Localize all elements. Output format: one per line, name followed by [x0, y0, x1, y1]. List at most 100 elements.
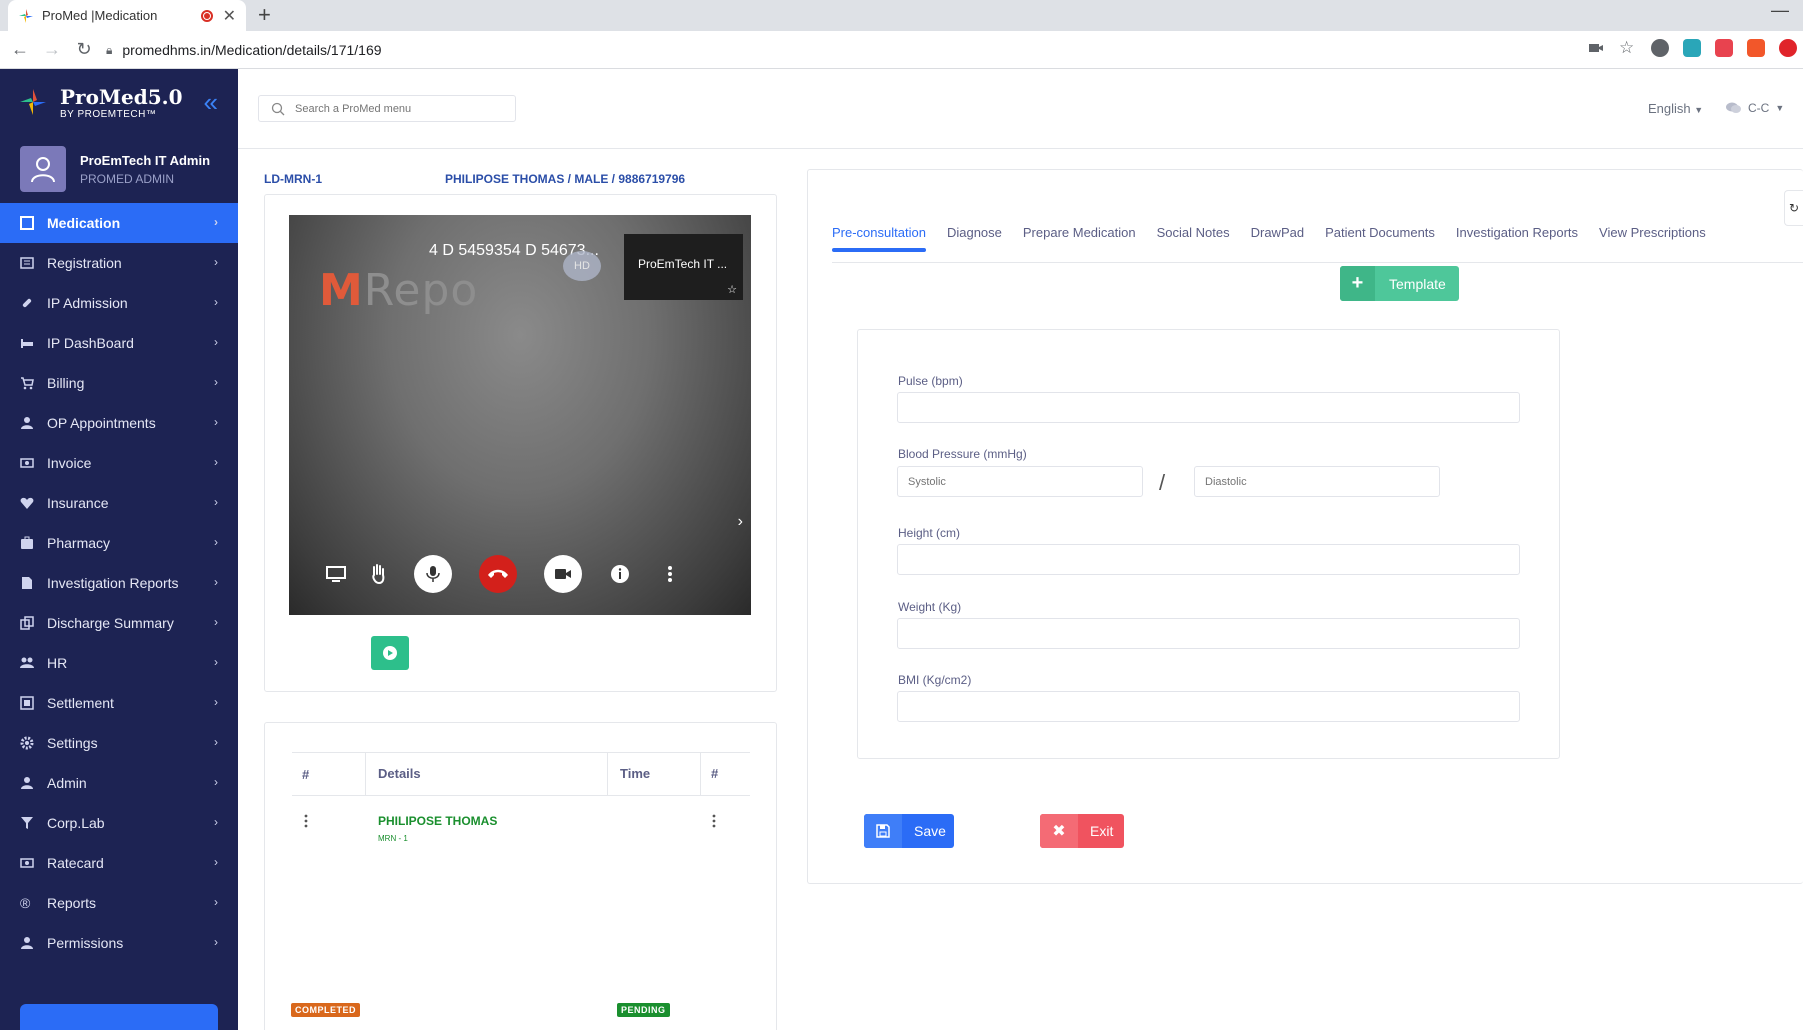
bmi-input[interactable]: [897, 691, 1520, 722]
tab-drawpad[interactable]: DrawPad: [1251, 225, 1304, 252]
balance-icon: [20, 696, 34, 710]
diastolic-input[interactable]: [1194, 466, 1440, 497]
info-icon[interactable]: [601, 555, 639, 593]
sidebar-item-ip-admission[interactable]: IP Admission ›: [0, 283, 238, 323]
chevron-right-icon: ›: [214, 815, 218, 829]
tab-patient-documents[interactable]: Patient Documents: [1325, 225, 1435, 252]
exit-button[interactable]: ✖ Exit: [1040, 814, 1124, 848]
play-circle-icon: [383, 646, 397, 660]
address-bar[interactable]: 🔒︎ promedhms.in/Medication/details/171/1…: [106, 35, 1606, 65]
sidebar-bottom-button[interactable]: [20, 1004, 218, 1030]
side-refresh-tab[interactable]: ↻: [1784, 190, 1803, 226]
extension-sync-icon[interactable]: [1651, 39, 1669, 57]
queue-patient-name[interactable]: PHILIPOSE THOMAS: [378, 814, 607, 828]
participant-tile[interactable]: ProEmTech IT ... ☆: [624, 234, 743, 300]
sidebar-item-label: IP Admission: [47, 295, 128, 311]
start-call-button[interactable]: [371, 636, 409, 670]
new-tab-button[interactable]: +: [258, 2, 271, 28]
browser-tab[interactable]: ProMed |Medication ✕: [8, 0, 246, 31]
height-input[interactable]: [897, 544, 1520, 575]
reload-icon[interactable]: ↻: [68, 39, 100, 60]
col-header-actions: #: [700, 752, 750, 796]
language-select[interactable]: English ▼: [1648, 101, 1703, 116]
tab-pre-consultation[interactable]: Pre-consultation: [832, 225, 926, 252]
tab-social-notes[interactable]: Social Notes: [1157, 225, 1230, 252]
sidebar-item-pharmacy[interactable]: Pharmacy ›: [0, 523, 238, 563]
user-profile[interactable]: ProEmTech IT Admin PROMED ADMIN: [0, 135, 238, 203]
heartbeat-icon: [20, 496, 34, 510]
systolic-input[interactable]: [897, 466, 1143, 497]
more-options-icon[interactable]: [651, 555, 689, 593]
extension-teal-icon[interactable]: [1683, 39, 1701, 57]
search-box[interactable]: [258, 95, 516, 122]
sidebar: ProMed5.0 BY PROEMTECH™ « ProEmTech IT A…: [0, 69, 238, 1030]
sidebar-item-reports[interactable]: ® Reports ›: [0, 883, 238, 923]
tabs-divider: [832, 262, 1803, 263]
sidebar-item-op-appointments[interactable]: OP Appointments ›: [0, 403, 238, 443]
extension-pocket-icon[interactable]: [1715, 39, 1733, 57]
row-menu-icon[interactable]: [292, 814, 365, 843]
sidebar-item-label: Insurance: [47, 495, 109, 511]
brand: ProMed5.0 BY PROEMTECH™ «: [0, 69, 238, 135]
registered-icon: ®: [20, 895, 31, 911]
extension-fire-icon[interactable]: [1747, 39, 1765, 57]
language-label: English: [1648, 101, 1691, 116]
template-button[interactable]: + Template: [1340, 266, 1459, 301]
sidebar-item-registration[interactable]: Registration ›: [0, 243, 238, 283]
video-camera-icon[interactable]: [544, 555, 582, 593]
microphone-icon[interactable]: [414, 555, 452, 593]
chevron-right-icon: ›: [214, 895, 218, 909]
chevron-right-icon[interactable]: ›: [738, 513, 743, 531]
search-input[interactable]: [295, 102, 495, 115]
tab-view-prescriptions[interactable]: View Prescriptions: [1599, 225, 1706, 252]
repo-logo-icon: M: [319, 265, 364, 316]
sidebar-item-insurance[interactable]: Insurance ›: [0, 483, 238, 523]
sidebar-item-ip-dashboard[interactable]: IP DashBoard ›: [0, 323, 238, 363]
tab-prepare-medication[interactable]: Prepare Medication: [1023, 225, 1136, 252]
close-tab-icon[interactable]: ✕: [223, 6, 236, 26]
sidebar-item-settlement[interactable]: Settlement ›: [0, 683, 238, 723]
sidebar-item-label: Billing: [47, 375, 85, 391]
forward-arrow-icon[interactable]: →: [36, 39, 68, 60]
row-actions-icon[interactable]: [700, 814, 750, 843]
sidebar-item-label: Medication: [47, 215, 121, 231]
star-icon[interactable]: ☆: [727, 283, 737, 296]
weight-label: Weight (Kg): [898, 600, 962, 614]
sidebar-item-label: Admin: [47, 775, 87, 791]
caret-down-icon: ▼: [1694, 105, 1704, 115]
save-button[interactable]: Save: [864, 814, 954, 848]
chevron-right-icon: ›: [214, 535, 218, 549]
end-call-icon[interactable]: [479, 555, 517, 593]
sidebar-item-medication[interactable]: Medication ›: [0, 203, 238, 243]
save-label: Save: [914, 823, 946, 839]
sidebar-item-ratecard[interactable]: Ratecard ›: [0, 843, 238, 883]
raise-hand-icon[interactable]: [360, 555, 398, 593]
user-short-label: C-C: [1748, 101, 1770, 115]
sidebar-item-investigation-reports[interactable]: Investigation Reports ›: [0, 563, 238, 603]
sidebar-item-invoice[interactable]: Invoice ›: [0, 443, 238, 483]
sidebar-item-hr[interactable]: HR ›: [0, 643, 238, 683]
sidebar-item-corp-lab[interactable]: Corp.Lab ›: [0, 803, 238, 843]
sidebar-item-billing[interactable]: Billing ›: [0, 363, 238, 403]
back-arrow-icon[interactable]: ←: [4, 39, 36, 60]
lock-icon: 🔒︎: [106, 42, 113, 57]
bookmark-star-icon[interactable]: ☆: [1619, 39, 1637, 57]
minimize-window-icon[interactable]: —: [1771, 0, 1789, 21]
sidebar-item-admin[interactable]: Admin ›: [0, 763, 238, 803]
camera-icon[interactable]: [1587, 39, 1605, 57]
weight-input[interactable]: [897, 618, 1520, 649]
pulse-input[interactable]: [897, 392, 1520, 423]
sidebar-item-permissions[interactable]: Permissions ›: [0, 923, 238, 963]
chevron-right-icon: ›: [214, 295, 218, 309]
screen-share-icon[interactable]: [317, 555, 355, 593]
sidebar-item-settings[interactable]: Settings ›: [0, 723, 238, 763]
tab-investigation-reports[interactable]: Investigation Reports: [1456, 225, 1578, 252]
extension-red-icon[interactable]: [1779, 39, 1797, 57]
sidebar-item-discharge-summary[interactable]: Discharge Summary ›: [0, 603, 238, 643]
sidebar-item-label: OP Appointments: [47, 415, 156, 431]
collapse-sidebar-icon[interactable]: «: [204, 87, 218, 118]
table-row[interactable]: PHILIPOSE THOMAS MRN - 1: [292, 796, 750, 843]
sidebar-menu: Medication › Registration › IP Admission › …: [0, 203, 238, 963]
user-menu[interactable]: C-C ▼: [1726, 101, 1784, 115]
tab-diagnose[interactable]: Diagnose: [947, 225, 1002, 252]
